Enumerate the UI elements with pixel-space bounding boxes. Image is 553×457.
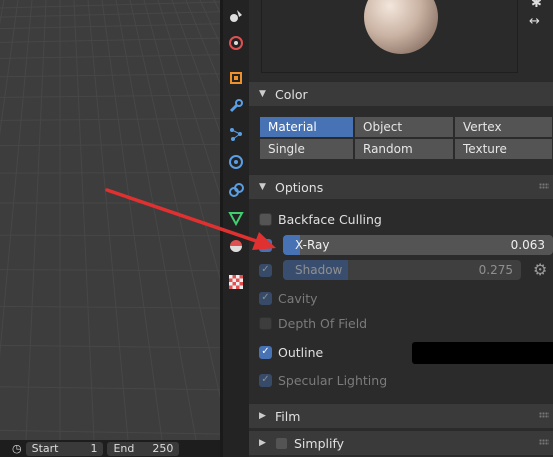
tab-particles[interactable]: [226, 124, 246, 144]
swap-arrows-icon[interactable]: ↔: [529, 14, 540, 29]
grid-line: [0, 73, 220, 78]
particles-icon: [230, 128, 242, 141]
grid-line: [0, 429, 220, 435]
render-icon: [229, 36, 243, 50]
3d-viewport[interactable]: [0, 0, 220, 440]
grid-line: [0, 94, 220, 98]
xray-checkbox[interactable]: ✓: [259, 238, 272, 252]
viewport-grid: [0, 0, 220, 440]
xray-slider[interactable]: X-Ray 0.063: [283, 235, 553, 255]
color-mode-random[interactable]: Random: [354, 138, 454, 160]
grid-line: [0, 118, 220, 121]
constraints-icon: [229, 183, 244, 197]
grid-line: [143, 0, 220, 281]
grid-line: [101, 0, 163, 440]
timeline-bar: ◷ Start 1 End 250: [0, 440, 220, 457]
physics-icon: [229, 155, 243, 169]
grid-line: [0, 0, 19, 136]
outline-color-swatch[interactable]: [412, 342, 553, 364]
tab-material[interactable]: [226, 236, 246, 256]
clock-icon: ◷: [12, 442, 22, 455]
grid-line: [73, 0, 95, 440]
tab-modifiers[interactable]: [226, 96, 246, 116]
object-icon: [230, 72, 242, 84]
film-section-header[interactable]: ▶ Film: [249, 403, 553, 428]
grid-line: [25, 0, 47, 440]
gear-icon[interactable]: ✱: [531, 0, 542, 11]
tab-object[interactable]: [226, 68, 246, 88]
chevron-right-icon: ▶: [259, 438, 266, 448]
properties-panel: ✱ ↔ ▼ Color Material Object Vertex Singl…: [249, 0, 553, 457]
end-frame-field[interactable]: End 250: [107, 441, 180, 456]
grid-line: [115, 0, 197, 440]
chevron-right-icon: ▶: [259, 411, 266, 421]
properties-tabs: [223, 0, 249, 457]
start-frame-field[interactable]: Start 1: [25, 441, 104, 456]
grid-line: [0, 172, 220, 174]
options-section-header[interactable]: ▼ Options: [249, 174, 553, 199]
grid-line: [0, 234, 220, 237]
tab-texture[interactable]: [226, 272, 246, 292]
shadow-checkbox[interactable]: ✓: [259, 263, 272, 277]
cavity-row: ✓ Cavity: [259, 287, 553, 309]
grid-line: [129, 0, 220, 399]
color-mode-object[interactable]: Object: [354, 116, 454, 138]
grid-line: [0, 269, 220, 272]
specular-lighting-checkbox[interactable]: ✓: [259, 373, 272, 387]
color-mode-single[interactable]: Single: [259, 138, 354, 160]
chevron-down-icon: ▼: [259, 89, 266, 99]
tool-icon: [230, 10, 242, 22]
simplify-checkbox[interactable]: [275, 436, 288, 450]
grid-line: [0, 11, 220, 18]
depth-of-field-checkbox[interactable]: [259, 316, 272, 330]
tab-tool[interactable]: [226, 6, 246, 26]
chevron-down-icon: ▼: [259, 182, 266, 192]
grid-line: [199, 0, 220, 46]
depth-of-field-row: Depth Of Field: [259, 312, 553, 334]
grid-line: [0, 305, 220, 309]
matcap-sphere: [364, 0, 438, 54]
cavity-checkbox[interactable]: ✓: [259, 291, 272, 305]
tab-render[interactable]: [226, 33, 246, 53]
drag-grip-icon[interactable]: [539, 439, 549, 445]
shadow-slider[interactable]: Shadow 0.275: [283, 260, 521, 280]
outline-checkbox[interactable]: ✓: [259, 345, 272, 359]
drag-grip-icon[interactable]: [539, 412, 549, 418]
grid-line: [157, 0, 220, 197]
grid-line: [0, 0, 33, 358]
wrench-icon: [229, 99, 243, 113]
tab-constraints[interactable]: [226, 180, 246, 200]
specular-lighting-row: ✓ Specular Lighting: [259, 369, 553, 391]
material-icon: [230, 240, 242, 252]
grid-line: [0, 23, 220, 30]
drag-grip-icon[interactable]: [539, 183, 549, 189]
color-mode-selector: Material Object Vertex Single Random Tex…: [259, 116, 553, 160]
grid-line: [0, 0, 5, 25]
gear-icon[interactable]: ⚙: [533, 260, 547, 279]
grid-line: [0, 143, 220, 147]
grid-line: [87, 0, 129, 440]
color-mode-vertex[interactable]: Vertex: [454, 116, 553, 138]
backface-culling-checkbox[interactable]: [259, 212, 272, 226]
tab-physics[interactable]: [226, 152, 246, 172]
checker-texture-icon: [229, 275, 243, 289]
tab-data[interactable]: [226, 208, 246, 228]
matcap-preview[interactable]: [261, 0, 518, 73]
mesh-data-icon: [228, 212, 244, 226]
color-mode-texture[interactable]: Texture: [454, 138, 553, 160]
grid-line: [0, 344, 220, 349]
simplify-section-header[interactable]: ▶ Simplify: [249, 430, 553, 455]
backface-culling-row: Backface Culling: [259, 208, 553, 230]
color-section-header[interactable]: ▼ Color: [249, 81, 553, 106]
color-mode-material[interactable]: Material: [259, 116, 354, 138]
